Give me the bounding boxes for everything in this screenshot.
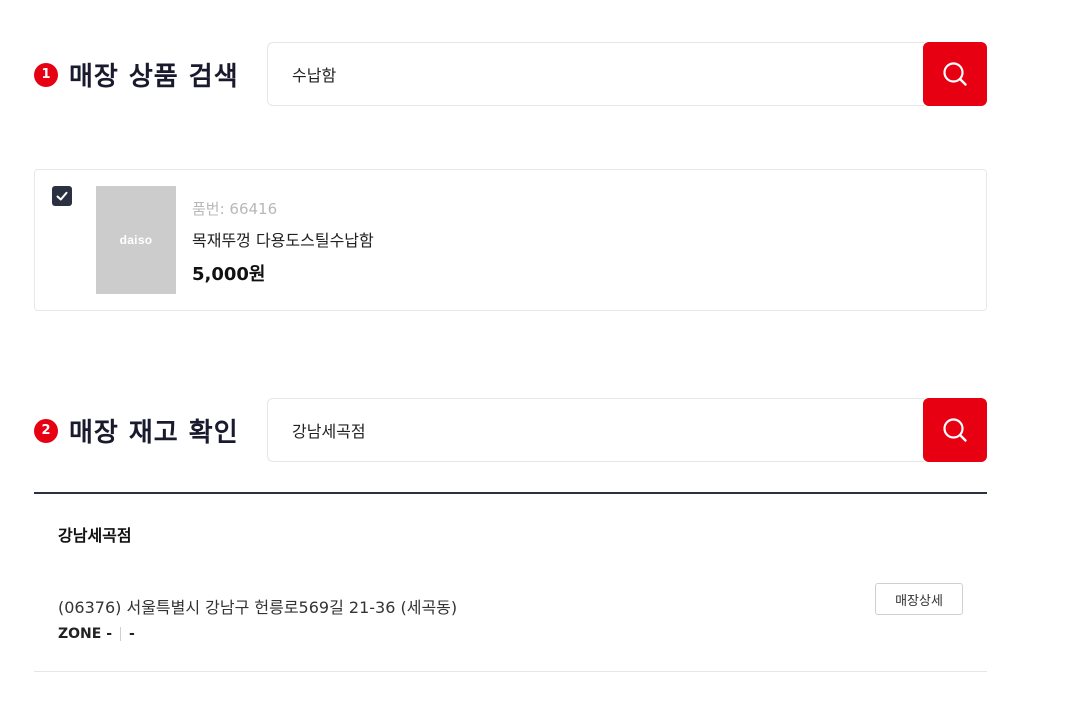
product-search-box bbox=[267, 42, 987, 106]
store-list-divider bbox=[34, 492, 987, 494]
product-search-input[interactable] bbox=[267, 42, 924, 106]
product-price: 5,000원 bbox=[192, 264, 266, 285]
zone-label: ZONE - bbox=[58, 626, 113, 642]
product-search-button[interactable] bbox=[923, 42, 987, 106]
store-search-box bbox=[267, 398, 987, 462]
stock-check-title: 매장 재고 확인 bbox=[69, 418, 239, 448]
product-code: 품번: 66416 bbox=[192, 200, 278, 218]
zone-separator bbox=[120, 627, 122, 641]
zone-value: - bbox=[129, 626, 135, 642]
store-search-input[interactable] bbox=[267, 398, 924, 462]
step-badge-2: 2 bbox=[34, 418, 58, 443]
product-checkbox[interactable] bbox=[52, 186, 72, 206]
product-card[interactable]: daiso 품번: 66416 목재뚜껑 다용도스틸수납함 5,000원 bbox=[34, 169, 987, 311]
product-search-header: 1 매장 상품 검색 bbox=[34, 56, 239, 93]
checkmark-icon bbox=[56, 191, 68, 201]
store-name: 강남세곡점 bbox=[58, 526, 132, 545]
store-address: (06376) 서울특별시 강남구 헌릉로569길 21-36 (세곡동) bbox=[58, 598, 458, 617]
store-row-divider bbox=[34, 671, 987, 672]
product-search-title: 매장 상품 검색 bbox=[69, 62, 239, 92]
daiso-logo: daiso bbox=[119, 233, 153, 247]
product-name: 목재뚜껑 다용도스틸수납함 bbox=[192, 231, 374, 250]
stock-check-header: 2 매장 재고 확인 bbox=[34, 412, 239, 449]
store-search-button[interactable] bbox=[923, 398, 987, 462]
product-thumbnail: daiso bbox=[96, 186, 176, 294]
search-icon bbox=[943, 418, 967, 442]
store-detail-button[interactable]: 매장상세 bbox=[875, 583, 963, 615]
step-badge-1: 1 bbox=[34, 62, 58, 87]
search-icon bbox=[943, 62, 967, 86]
store-zone: ZONE - - bbox=[58, 626, 135, 642]
